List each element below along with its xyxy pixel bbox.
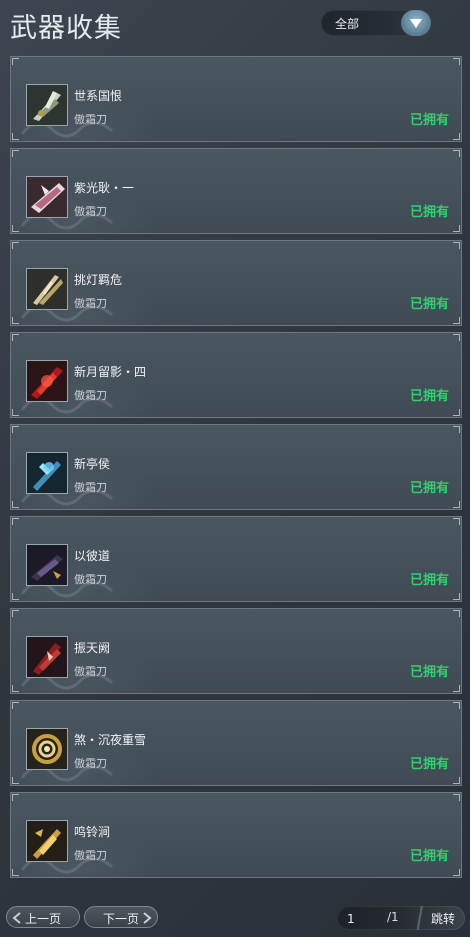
- owned-status: 已拥有: [409, 757, 449, 772]
- card-corner-ornament: [453, 225, 460, 232]
- weapon-name: 振天阙: [74, 641, 111, 655]
- card-corner-ornament: [453, 685, 460, 692]
- prev-page-button[interactable]: 上一页: [6, 906, 80, 928]
- weapon-card[interactable]: 振天阙 傲霜刀 已拥有: [10, 608, 462, 694]
- weapon-name: 新月留影・四: [74, 365, 147, 379]
- weapon-name: 挑灯羁危: [74, 273, 123, 287]
- card-corner-ornament: [12, 426, 19, 433]
- weapon-name: 鸣铃涧: [74, 825, 111, 839]
- card-corner-ornament: [453, 610, 460, 617]
- card-corner-ornament: [12, 794, 19, 801]
- prev-page-label: 上一页: [25, 912, 62, 926]
- page-number-input[interactable]: [341, 909, 393, 929]
- weapon-list: 世系国恨 傲霜刀 已拥有 紫光耿・一 傲霜刀 已拥有 挑灯羁危 傲霜刀 已拥有 …: [10, 56, 464, 884]
- pagination-bar: 上一页 下一页 /1 跳转: [0, 904, 470, 932]
- card-corner-ornament: [12, 58, 19, 65]
- weapon-type: 傲霜刀: [74, 849, 107, 862]
- chevron-down-icon: [410, 19, 422, 28]
- header: 武器收集 全部: [0, 0, 470, 50]
- card-corner-ornament: [453, 409, 460, 416]
- weapon-icon-silver-dual-blade: [26, 84, 68, 126]
- card-corner-ornament: [12, 518, 19, 525]
- weapon-icon-blue-ice-blade: [26, 452, 68, 494]
- next-page-button[interactable]: 下一页: [84, 906, 158, 928]
- card-corner-ornament: [12, 702, 19, 709]
- card-corner-ornament: [12, 610, 19, 617]
- card-corner-ornament: [453, 426, 460, 433]
- owned-status: 已拥有: [409, 297, 449, 312]
- weapon-card[interactable]: 紫光耿・一 傲霜刀 已拥有: [10, 148, 462, 234]
- weapon-icon-red-flame-blade: [26, 360, 68, 402]
- filter-dropdown[interactable]: 全部: [321, 10, 431, 36]
- card-corner-ornament: [453, 317, 460, 324]
- weapon-card[interactable]: 新月留影・四 傲霜刀 已拥有: [10, 332, 462, 418]
- weapon-type: 傲霜刀: [74, 573, 107, 586]
- weapon-card[interactable]: 煞・沉夜重雪 傲霜刀 已拥有: [10, 700, 462, 786]
- owned-status: 已拥有: [409, 665, 449, 680]
- page-title: 武器收集: [10, 13, 122, 44]
- chevron-right-icon: [143, 912, 152, 924]
- card-corner-ornament: [453, 593, 460, 600]
- weapon-type: 傲霜刀: [74, 389, 107, 402]
- weapon-type: 傲霜刀: [74, 665, 107, 678]
- card-corner-ornament: [453, 518, 460, 525]
- weapon-name: 煞・沉夜重雪: [74, 733, 147, 747]
- weapon-type: 傲霜刀: [74, 481, 107, 494]
- weapon-card[interactable]: 鸣铃涧 傲霜刀 已拥有: [10, 792, 462, 878]
- card-corner-ornament: [453, 150, 460, 157]
- weapon-icon-gold-dual-blade: [26, 268, 68, 310]
- weapon-icon-gold-swirl-blade: [26, 728, 68, 770]
- owned-status: 已拥有: [409, 205, 449, 220]
- weapon-card[interactable]: 挑灯羁危 傲霜刀 已拥有: [10, 240, 462, 326]
- owned-status: 已拥有: [409, 389, 449, 404]
- chevron-left-icon: [12, 912, 21, 924]
- divider: [415, 906, 425, 930]
- card-corner-ornament: [453, 702, 460, 709]
- jump-button[interactable]: 跳转: [425, 910, 461, 927]
- owned-status: 已拥有: [409, 481, 449, 496]
- weapon-name: 以彼道: [74, 549, 111, 563]
- weapon-name: 新亭侯: [74, 457, 111, 471]
- weapon-card[interactable]: 以彼道 傲霜刀 已拥有: [10, 516, 462, 602]
- owned-status: 已拥有: [409, 849, 449, 864]
- card-corner-ornament: [453, 133, 460, 140]
- weapon-icon-crimson-blade: [26, 636, 68, 678]
- weapon-icon-dark-purple-blade: [26, 544, 68, 586]
- card-corner-ornament: [453, 334, 460, 341]
- weapon-type: 傲霜刀: [74, 757, 107, 770]
- card-corner-ornament: [453, 242, 460, 249]
- card-corner-ornament: [12, 242, 19, 249]
- weapon-type: 傲霜刀: [74, 297, 107, 310]
- weapon-name: 世系国恨: [74, 89, 123, 103]
- card-corner-ornament: [453, 869, 460, 876]
- dropdown-toggle-button[interactable]: [401, 10, 431, 36]
- card-corner-ornament: [453, 501, 460, 508]
- total-pages: /1: [387, 910, 399, 924]
- weapon-icon-gold-ornate-blade: [26, 820, 68, 862]
- next-page-label: 下一页: [103, 912, 140, 926]
- weapon-icon-pink-crystal-blade: [26, 176, 68, 218]
- owned-status: 已拥有: [409, 573, 449, 588]
- weapon-card[interactable]: 新亭侯 傲霜刀 已拥有: [10, 424, 462, 510]
- card-corner-ornament: [12, 334, 19, 341]
- weapon-type: 傲霜刀: [74, 113, 107, 126]
- owned-status: 已拥有: [409, 113, 449, 128]
- card-corner-ornament: [453, 777, 460, 784]
- card-corner-ornament: [453, 58, 460, 65]
- page-jump-control: /1 跳转: [337, 906, 465, 930]
- filter-selected-value: 全部: [335, 17, 360, 31]
- card-corner-ornament: [12, 150, 19, 157]
- weapon-name: 紫光耿・一: [74, 181, 135, 195]
- card-corner-ornament: [453, 794, 460, 801]
- weapon-type: 傲霜刀: [74, 205, 107, 218]
- weapon-card[interactable]: 世系国恨 傲霜刀 已拥有: [10, 56, 462, 142]
